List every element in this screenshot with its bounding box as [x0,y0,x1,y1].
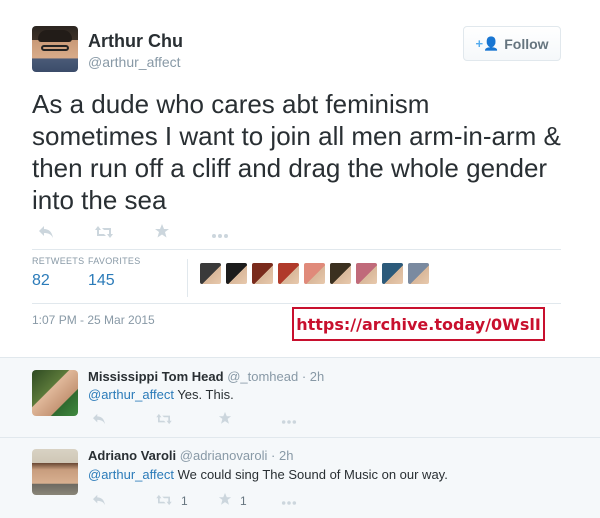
reply-retweet-button[interactable]: 1 [155,493,218,510]
favorite-count: 1 [240,494,247,508]
star-icon[interactable] [152,223,172,244]
reply-author-name[interactable]: Adriano Varoli [88,448,176,463]
tweet-timestamp[interactable]: 1:07 PM - 25 Mar 2015 [32,313,155,327]
main-tweet: Arthur Chu @arthur_affect +👤 Follow As a… [0,0,600,357]
retweets-label: RETWEETS [32,256,85,266]
tweet-stats: RETWEETS 82 FAVORITES 145 [32,256,158,290]
reply-author-handle[interactable]: @adrianovaroli [180,448,268,463]
star-icon [218,411,232,429]
reply-item[interactable]: Mississippi Tom Head @_tomhead · 2h @art… [0,357,600,437]
reply-favorite-button[interactable] [218,411,281,429]
reply-actions [92,411,344,429]
reply-text: @arthur_affect Yes. This. [88,387,234,402]
reply-avatar[interactable] [32,370,78,416]
archive-link-annotation: https://archive.today/0WslI [292,307,545,341]
more-icon[interactable] [210,223,230,244]
favoriter-avatar[interactable] [226,263,247,284]
reply-favorite-button[interactable]: 1 [218,492,281,510]
reply-author-handle[interactable]: @_tomhead [227,369,298,384]
reply-actions: 1 1 [92,492,344,510]
star-icon [218,492,232,510]
reply-mention[interactable]: @arthur_affect [88,467,174,482]
retweet-icon[interactable] [94,223,114,244]
reply-icon [92,412,106,429]
favoriter-avatars [200,263,429,284]
retweets-count: 82 [32,272,50,289]
author-handle[interactable]: @arthur_affect [88,54,181,70]
favoriter-avatar[interactable] [252,263,273,284]
reply-header: Adriano Varoli @adrianovaroli · 2h [88,448,293,463]
reply-time[interactable]: · 2h [302,369,324,384]
reply-time[interactable]: · 2h [271,448,293,463]
more-icon [281,493,297,510]
favoriter-avatar[interactable] [200,263,221,284]
reply-avatar[interactable] [32,449,78,495]
favoriter-avatar[interactable] [382,263,403,284]
favoriter-avatar[interactable] [408,263,429,284]
reply-reply-button[interactable] [92,412,155,429]
reply-author-name[interactable]: Mississippi Tom Head [88,369,224,384]
avatar-hair [38,30,72,42]
favoriter-avatar[interactable] [330,263,351,284]
tweet-actions [36,223,230,244]
divider [32,249,561,250]
tweet-text: As a dude who cares abt feminism sometim… [32,89,561,215]
reply-icon [92,493,106,510]
more-icon [281,412,297,429]
author-avatar[interactable] [32,26,78,72]
favoriter-avatar[interactable] [304,263,325,284]
reply-reply-button[interactable] [92,493,155,510]
follow-button[interactable]: +👤 Follow [463,26,561,61]
reply-mention[interactable]: @arthur_affect [88,387,174,402]
retweet-count: 1 [181,494,188,508]
avatar-glasses [41,45,69,51]
reply-body: We could sing The Sound of Music on our … [173,467,448,482]
follow-label: Follow [504,35,549,52]
reply-icon[interactable] [36,223,56,244]
retweets-stat[interactable]: RETWEETS 82 [32,256,88,290]
author-name[interactable]: Arthur Chu [88,31,183,52]
retweet-icon [155,493,173,510]
divider [32,303,561,304]
stats-separator [187,259,188,297]
reply-item[interactable]: Adriano Varoli @adrianovaroli · 2h @arth… [0,437,600,518]
favorites-count: 145 [88,272,115,289]
person-plus-icon: +👤 [475,35,500,51]
reply-more-button[interactable] [281,412,344,429]
reply-header: Mississippi Tom Head @_tomhead · 2h [88,369,324,384]
favorites-label: FAVORITES [88,256,141,266]
reply-retweet-button[interactable] [155,412,218,429]
favoriter-avatar[interactable] [278,263,299,284]
reply-text: @arthur_affect We could sing The Sound o… [88,467,448,482]
reply-body: Yes. This. [173,387,234,402]
favorites-stat[interactable]: FAVORITES 145 [88,256,158,290]
retweet-icon [155,412,173,429]
reply-more-button[interactable] [281,493,344,510]
favoriter-avatar[interactable] [356,263,377,284]
